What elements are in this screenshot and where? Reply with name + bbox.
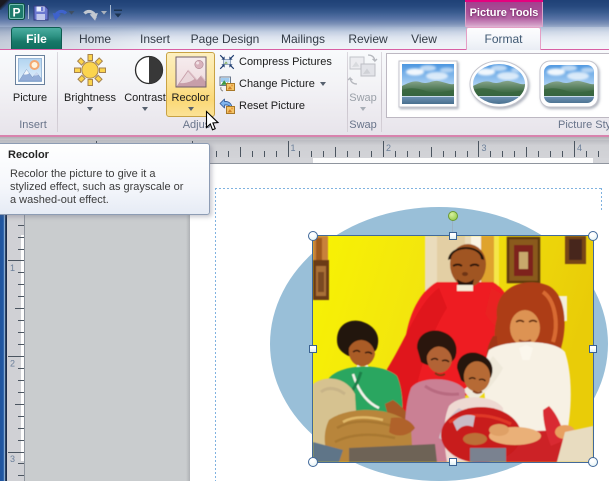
svg-text:4: 4 (577, 143, 582, 153)
svg-text:3: 3 (482, 143, 487, 153)
svg-text:1: 1 (10, 263, 15, 273)
svg-text:1: 1 (291, 143, 296, 153)
svg-text:2: 2 (386, 143, 391, 153)
svg-text:3: 3 (10, 454, 15, 464)
svg-text:P: P (12, 6, 20, 20)
svg-text:2: 2 (10, 359, 15, 369)
